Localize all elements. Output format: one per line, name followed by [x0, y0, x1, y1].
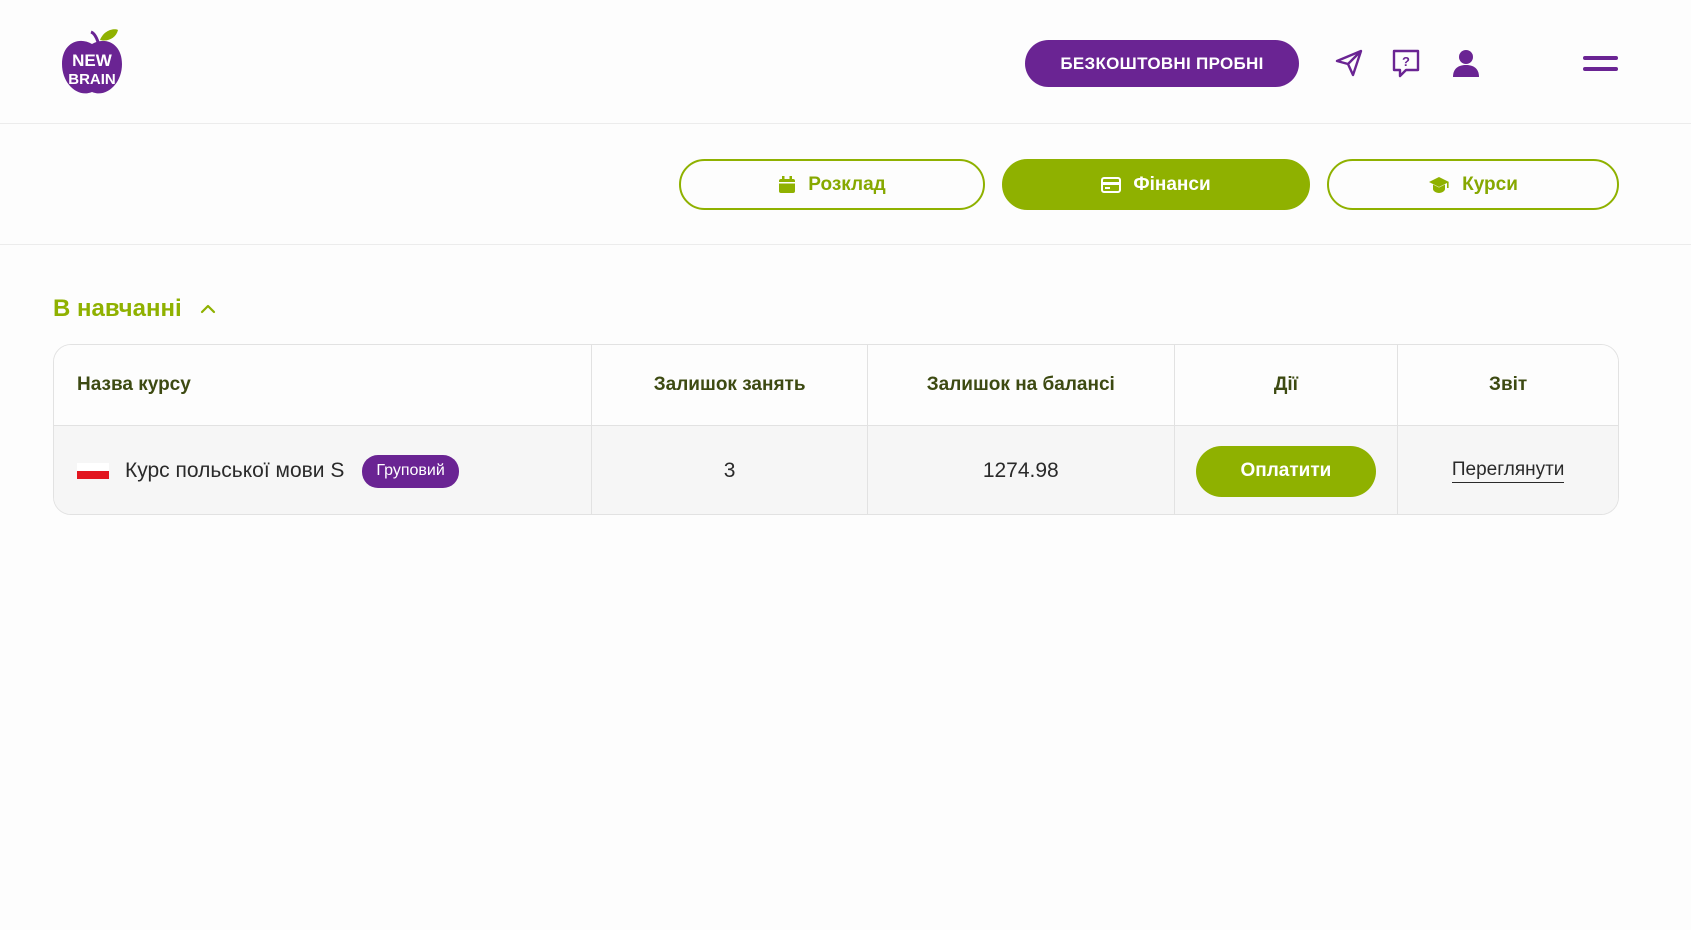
help-chat-icon[interactable]: ?	[1389, 46, 1423, 80]
tab-finances-label: Фінанси	[1133, 173, 1211, 195]
header: NEW BRAIN БЕЗКОШТОВНІ ПРОБНІ ?	[0, 0, 1691, 124]
pay-button[interactable]: Оплатити	[1195, 445, 1376, 497]
svg-text:?: ?	[1402, 54, 1410, 69]
user-icon[interactable]	[1449, 46, 1483, 80]
report-cell: Переглянути	[1398, 426, 1618, 514]
send-icon[interactable]	[1332, 46, 1366, 80]
view-report-link[interactable]: Переглянути	[1451, 459, 1565, 483]
menu-icon[interactable]	[1583, 55, 1618, 75]
column-header-course: Назва курсу	[54, 345, 593, 425]
tab-finances[interactable]: Фінанси	[1002, 159, 1310, 210]
lessons-left-value: 3	[592, 426, 868, 514]
courses-table: Назва курсу Залишок занять Залишок на ба…	[53, 344, 1619, 515]
section-toggle-in-study[interactable]: В навчанні	[53, 294, 216, 324]
tabs-bar: Розклад Фінанси Курси	[0, 124, 1691, 245]
column-header-balance: Залишок на балансі	[868, 345, 1175, 425]
new-brain-logo[interactable]: NEW BRAIN	[60, 26, 124, 98]
course-type-badge: Груповий	[362, 454, 459, 488]
tab-schedule[interactable]: Розклад	[679, 159, 985, 210]
table-header-row: Назва курсу Залишок занять Залишок на ба…	[54, 345, 1618, 426]
tab-schedule-label: Розклад	[808, 173, 886, 195]
calendar-icon	[779, 175, 796, 193]
free-trial-button[interactable]: БЕЗКОШТОВНІ ПРОБНІ	[1025, 40, 1299, 87]
graduation-cap-icon	[1429, 176, 1450, 193]
poland-flag-icon	[77, 463, 109, 479]
wallet-icon	[1101, 176, 1122, 193]
tab-courses-label: Курси	[1462, 173, 1518, 195]
chevron-up-icon	[200, 304, 215, 314]
column-header-lessons-left: Залишок занять	[592, 345, 868, 425]
table-row: Курс польської мови S Груповий 3 1274.98…	[54, 426, 1618, 514]
tab-courses[interactable]: Курси	[1327, 159, 1619, 210]
course-cell: Курс польської мови S Груповий	[54, 426, 593, 514]
svg-text:BRAIN: BRAIN	[68, 71, 116, 88]
column-header-report: Звіт	[1489, 374, 1528, 395]
column-header-actions: Дії	[1175, 345, 1399, 425]
svg-text:NEW: NEW	[72, 51, 113, 70]
actions-cell: Оплатити	[1175, 426, 1399, 514]
balance-value: 1274.98	[868, 426, 1175, 514]
course-name: Курс польської мови S	[125, 459, 345, 482]
section-title: В навчанні	[53, 295, 182, 322]
